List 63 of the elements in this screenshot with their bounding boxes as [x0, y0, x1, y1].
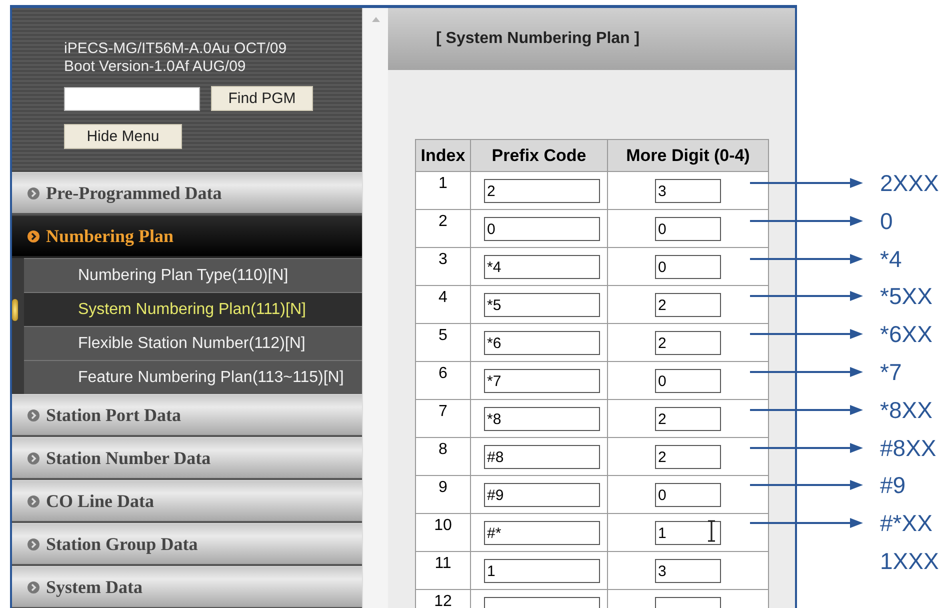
- prefix-code-field[interactable]: *5: [484, 292, 600, 316]
- annotation-label: *7: [880, 358, 902, 387]
- annotation-label: 1XXX: [880, 547, 939, 576]
- column-header: More Digit (0-4): [608, 140, 768, 172]
- more-digit-field[interactable]: 3: [655, 178, 721, 202]
- more-digit-field[interactable]: 1: [655, 520, 721, 544]
- prefix-code-field[interactable]: *7: [484, 368, 600, 392]
- page-title: [ System Numbering Plan ]: [436, 30, 640, 48]
- annotation-label: 0: [880, 206, 893, 236]
- prefix-code-field[interactable]: *4: [484, 254, 600, 278]
- more-digit-field[interactable]: 0: [655, 216, 721, 240]
- prefix-code-field[interactable]: 2: [484, 178, 600, 202]
- row-index: 4: [438, 288, 448, 307]
- more-digit-field[interactable]: 3: [655, 558, 721, 582]
- version-text: Boot Version-1.0Af AUG/09: [64, 58, 247, 76]
- row-index: 1: [438, 174, 448, 193]
- more-digit-field[interactable]: 0: [655, 368, 721, 392]
- annotation-label: *8XX: [880, 396, 932, 425]
- prefix-code-field[interactable]: *6: [484, 330, 600, 354]
- annotation-label: *5XX: [880, 282, 932, 312]
- prefix-code-field[interactable]: 1: [484, 558, 600, 582]
- row-index: 6: [438, 364, 448, 383]
- annotation-label: #9: [880, 471, 906, 500]
- column-header: Index: [416, 140, 470, 172]
- row-index: 2: [438, 212, 448, 231]
- more-digit-field[interactable]: 2: [655, 292, 721, 316]
- menu-category[interactable]: CO Line Data: [12, 480, 362, 523]
- version-text: iPECS-MG/IT56M-A.0Au OCT/09: [64, 40, 288, 58]
- row-index: 3: [438, 250, 448, 269]
- row-index: 8: [438, 440, 448, 459]
- menu-category[interactable]: Station Group Data: [12, 523, 362, 566]
- hide-menu-button[interactable]: Hide Menu: [64, 124, 182, 149]
- menu-category[interactable]: Station Port Data: [12, 394, 362, 437]
- column-header: Prefix Code: [470, 140, 608, 172]
- prefix-code-field[interactable]: #8: [484, 444, 600, 468]
- annotation-label: *4: [880, 244, 902, 274]
- more-digit-field[interactable]: 2: [655, 406, 721, 430]
- row-index: 12: [434, 592, 452, 608]
- menu-item[interactable]: Flexible Station Number(112)[N]: [24, 326, 362, 360]
- row-index: 5: [438, 326, 448, 345]
- annotation-label: #*XX: [880, 509, 932, 538]
- row-index: 9: [438, 478, 448, 497]
- menu-category[interactable]: Numbering Plan: [12, 215, 362, 258]
- prefix-code-field[interactable]: *8: [484, 406, 600, 430]
- menu-category[interactable]: System Data: [12, 566, 362, 608]
- annotation-label: *6XX: [880, 320, 932, 350]
- row-index: 7: [438, 402, 448, 421]
- annotation-label: 2XXX: [880, 169, 939, 198]
- more-digit-field[interactable]: 0: [655, 254, 721, 278]
- prefix-code-field[interactable]: #9: [484, 482, 600, 506]
- more-digit-field[interactable]: 2: [655, 444, 721, 468]
- find-pgm-button[interactable]: Find PGM: [211, 86, 313, 111]
- row-index: 11: [434, 554, 452, 573]
- menu-item[interactable]: Numbering Plan Type(110)[N]: [24, 258, 362, 292]
- more-digit-field[interactable]: 0: [655, 482, 721, 506]
- menu-category[interactable]: Station Number Data: [12, 437, 362, 480]
- more-digit-field[interactable]: 2: [655, 330, 721, 354]
- menu-category[interactable]: Pre-Programmed Data: [12, 172, 362, 215]
- row-index: 10: [434, 516, 452, 535]
- prefix-code-field[interactable]: #*: [484, 520, 600, 544]
- menu-item[interactable]: Feature Numbering Plan(113~115)[N]: [24, 360, 362, 394]
- annotation-label: #8XX: [880, 434, 936, 463]
- prefix-code-field[interactable]: 0: [484, 216, 600, 240]
